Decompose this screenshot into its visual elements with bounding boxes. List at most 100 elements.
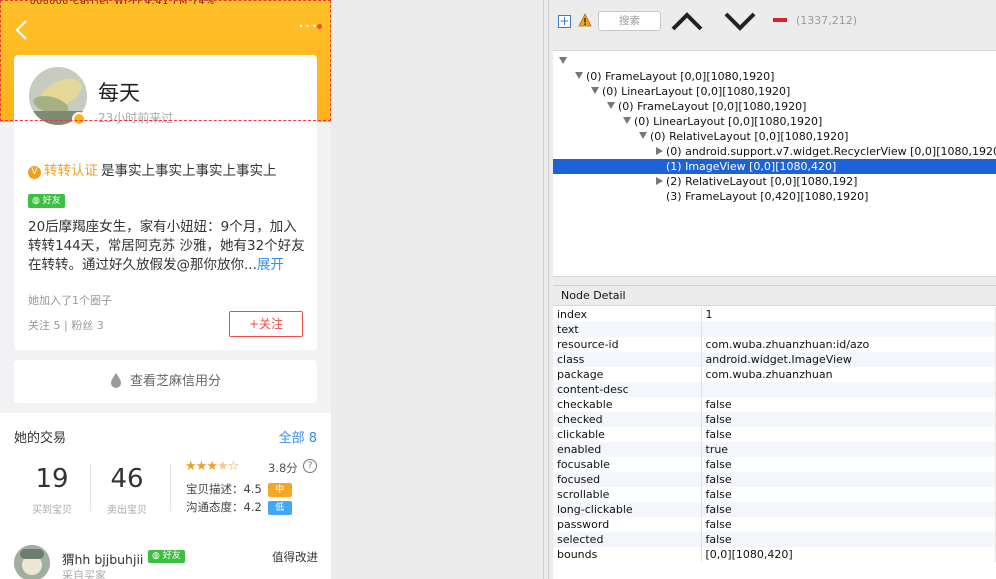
notification-dot (317, 24, 322, 29)
tree-node-label: (0) FrameLayout [0,0][1080,1920] (586, 70, 775, 83)
tree-node[interactable]: (0) RelativeLayout [0,0][1080,1920] (553, 129, 996, 144)
detail-value[interactable]: false (701, 532, 996, 547)
detail-value[interactable]: false (701, 502, 996, 517)
tree-node[interactable]: (0) LinearLayout [0,0][1080,1920] (553, 114, 996, 129)
detail-key: selected (553, 532, 702, 547)
uiautomator-viewer-window: oooooo Carrier Wi-Fi 4:41 PM 74% ··· 每天 … (0, 0, 996, 579)
collapse-triangle-icon[interactable] (623, 117, 631, 124)
follow-button[interactable]: +关注 (229, 311, 303, 337)
sold-count[interactable]: 46 (92, 464, 162, 494)
sesame-credit-button[interactable]: 查看芝麻信用分 (14, 360, 317, 403)
tree-node[interactable]: (0) android.support.v7.widget.RecyclerVi… (553, 144, 996, 159)
expand-all-icon[interactable]: + (558, 15, 571, 28)
reviewer-name[interactable]: 猬hh bjjbuhjii (62, 549, 143, 568)
description-level-tag: 中 (267, 483, 292, 497)
follow-stats[interactable]: 关注 5 | 粉丝 3 (28, 317, 104, 333)
detail-value[interactable]: android.widget.ImageView (701, 352, 996, 367)
stat-divider (170, 463, 171, 511)
tree-node-label: (1) ImageView [0,0][1080,420] (666, 160, 837, 173)
detail-row-focusable[interactable]: focusable false (553, 457, 996, 472)
detail-row-checked[interactable]: checked false (553, 412, 996, 427)
tree-node-selected[interactable]: (1) ImageView [0,0][1080,420] (553, 159, 996, 174)
collapse-triangle-icon[interactable] (591, 87, 599, 94)
detail-value[interactable]: false (701, 472, 996, 487)
tree-node[interactable] (553, 54, 996, 69)
detail-row-index[interactable]: index 1 (553, 307, 996, 322)
previous-result-icon[interactable] (670, 8, 704, 34)
detail-value[interactable]: false (701, 457, 996, 472)
collapse-triangle-icon[interactable] (639, 132, 647, 139)
warning-icon[interactable] (578, 13, 592, 27)
detail-key: focusable (553, 457, 702, 472)
detail-value[interactable]: false (701, 412, 996, 427)
tree-node[interactable]: (2) RelativeLayout [0,0][1080,192] (553, 174, 996, 189)
detail-value[interactable]: com.wuba.zhuanzhuan:id/azo (701, 337, 996, 352)
detail-key: clickable (553, 427, 702, 442)
screenshot-canvas-background (331, 0, 543, 579)
detail-row-text[interactable]: text (553, 322, 996, 337)
detail-value[interactable]: [0,0][1080,420] (701, 547, 996, 562)
detail-key: checked (553, 412, 702, 427)
tree-node[interactable]: (3) FrameLayout [0,420][1080,1920] (553, 189, 996, 204)
star-full-icon: ★ (185, 459, 197, 474)
collapse-triangle-icon[interactable] (575, 72, 583, 79)
panel-divider[interactable] (548, 0, 549, 579)
trade-all-link[interactable]: 全部 8 (279, 427, 317, 446)
detail-value[interactable]: false (701, 487, 996, 502)
detail-value[interactable]: false (701, 397, 996, 412)
detail-row-scrollable[interactable]: scrollable false (553, 487, 996, 502)
detail-value[interactable]: 1 (701, 307, 996, 322)
detail-value[interactable] (701, 322, 996, 337)
bio-expand-link[interactable]: 展开 (257, 257, 284, 273)
star-full-icon: ★ (206, 459, 218, 474)
detail-row-resource-id[interactable]: resource-id com.wuba.zhuanzhuan:id/azo (553, 337, 996, 352)
detail-row-content-desc[interactable]: content-desc (553, 382, 996, 397)
reviewer-friend-label: 好友 (162, 551, 181, 561)
bought-count[interactable]: 19 (17, 464, 87, 494)
next-result-icon[interactable] (723, 8, 757, 34)
detail-row-package[interactable]: package com.wuba.zhuanzhuan (553, 367, 996, 382)
detail-row-selected[interactable]: selected false (553, 532, 996, 547)
score-text: 3.8分 (268, 461, 298, 475)
help-icon[interactable]: ? (303, 459, 317, 473)
back-arrow-icon[interactable] (12, 18, 32, 42)
star-half-icon: ★ (216, 459, 229, 474)
panel-divider[interactable] (543, 0, 544, 579)
reviewer-avatar[interactable] (14, 545, 50, 579)
detail-row-long-clickable[interactable]: long-clickable false (553, 502, 996, 517)
more-options-icon[interactable]: ··· (298, 18, 322, 40)
expand-triangle-icon[interactable] (656, 147, 663, 155)
clear-search-icon[interactable] (773, 18, 787, 22)
detail-row-class[interactable]: class android.widget.ImageView (553, 352, 996, 367)
tree-node-label: (3) FrameLayout [0,420][1080,1920] (666, 190, 869, 203)
search-input[interactable]: 搜索 (598, 11, 661, 31)
tree-node[interactable]: (0) FrameLayout [0,0][1080,1920] (553, 69, 996, 84)
review-verdict: 值得改进 (272, 550, 318, 564)
collapse-triangle-icon[interactable] (559, 57, 567, 64)
detail-value[interactable]: true (701, 442, 996, 457)
star-full-icon: ★ (195, 459, 208, 474)
detail-row-checkable[interactable]: checkable false (553, 397, 996, 412)
status-bar: oooooo Carrier Wi-Fi 4:41 PM 74% (30, 0, 215, 6)
description-rating-label: 宝贝描述：4.5 (186, 482, 262, 496)
tree-node[interactable]: (0) FrameLayout [0,0][1080,1920] (553, 99, 996, 114)
hierarchy-tree[interactable]: (0) FrameLayout [0,0][1080,1920] (0) Line… (553, 50, 996, 277)
star-rating: ★★★★☆ (185, 459, 239, 474)
detail-row-clickable[interactable]: clickable false (553, 427, 996, 442)
detail-value[interactable]: false (701, 517, 996, 532)
expand-triangle-icon[interactable] (656, 177, 663, 185)
detail-value[interactable]: com.wuba.zhuanzhuan (701, 367, 996, 382)
collapse-triangle-icon[interactable] (607, 102, 615, 109)
wechat-icon: ◍ (152, 551, 160, 561)
tree-node[interactable]: (0) LinearLayout [0,0][1080,1920] (553, 84, 996, 99)
device-screenshot-panel[interactable]: oooooo Carrier Wi-Fi 4:41 PM 74% ··· 每天 … (0, 0, 331, 579)
detail-row-password[interactable]: password false (553, 517, 996, 532)
detail-row-enabled[interactable]: enabled true (553, 442, 996, 457)
detail-value[interactable] (701, 382, 996, 397)
joined-circles-text[interactable]: 她加入了1个圈子 (28, 292, 112, 308)
detail-value[interactable]: false (701, 427, 996, 442)
detail-row-bounds[interactable]: bounds [0,0][1080,420] (553, 547, 996, 562)
tree-node-label: (0) FrameLayout [0,0][1080,1920] (618, 100, 807, 113)
detail-row-focused[interactable]: focused false (553, 472, 996, 487)
node-detail-table[interactable]: index 1 text resource-id com.wuba.zhuanzhuan… (553, 307, 996, 562)
